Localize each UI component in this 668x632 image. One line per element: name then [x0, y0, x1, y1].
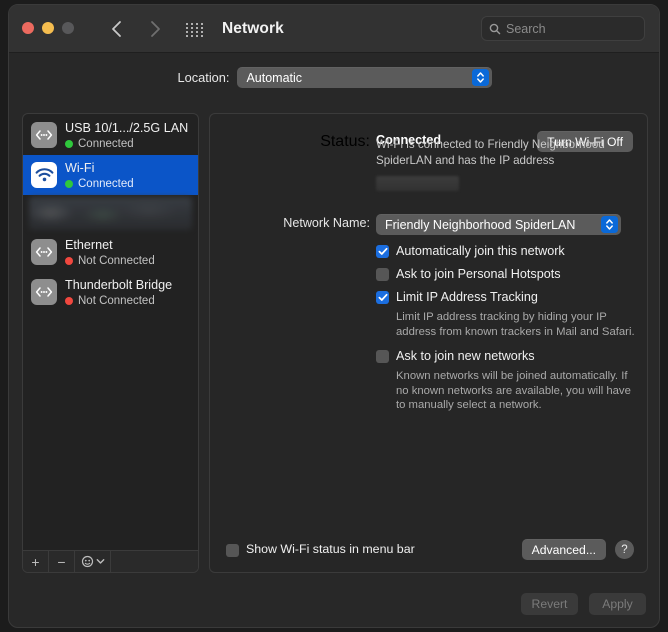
network-interface-sidebar: USB 10/1.../2.5G LAN Connected Wi-Fi Con… — [22, 113, 199, 573]
interface-name: Ethernet — [65, 238, 113, 252]
apply-button[interactable]: Apply — [589, 593, 646, 615]
network-name-value: Friendly Neighborhood SpiderLAN — [385, 217, 576, 232]
search-input[interactable] — [506, 21, 637, 36]
interface-status-label: Connected — [78, 178, 134, 190]
ethernet-icon — [31, 279, 57, 305]
status-dot-icon — [65, 180, 73, 188]
wifi-detail-panel: Status: Connected Turn Wi-Fi Off Wi-Fi i… — [209, 113, 648, 573]
interface-text: USB 10/1.../2.5G LAN Connected — [65, 119, 188, 151]
checkbox-icon — [226, 543, 239, 557]
interface-status-label: Not Connected — [78, 255, 155, 267]
chevron-down-icon — [96, 559, 104, 564]
ethernet-icon — [31, 122, 57, 148]
remove-interface-button[interactable]: − — [49, 551, 75, 572]
checkbox-icon — [376, 291, 389, 304]
location-row: Location: Automatic — [9, 67, 659, 88]
checkbox-icon — [376, 350, 389, 363]
interface-action-menu-button[interactable] — [75, 551, 111, 572]
forward-chevron-icon[interactable] — [144, 18, 166, 40]
network-name-popup-button[interactable]: Friendly Neighborhood SpiderLAN — [376, 214, 621, 235]
zoom-button[interactable] — [62, 22, 74, 34]
minimize-button[interactable] — [42, 22, 54, 34]
add-interface-button[interactable]: + — [23, 551, 49, 572]
interface-status: Connected — [65, 137, 188, 151]
help-button[interactable]: ? — [615, 540, 634, 559]
checkbox-ask-personal-hotspots[interactable]: Ask to join Personal Hotspots — [376, 267, 638, 282]
sidebar-item-thunderbolt-bridge[interactable]: Thunderbolt Bridge Not Connected — [23, 272, 198, 312]
interface-status-label: Not Connected — [78, 295, 155, 307]
checkbox-label: Automatically join this network — [396, 244, 565, 258]
interface-name: Thunderbolt Bridge — [65, 278, 173, 292]
status-label: Status: — [320, 133, 370, 150]
interface-name: USB 10/1.../2.5G LAN — [65, 121, 189, 135]
checkbox-label: Limit IP Address Tracking — [396, 290, 538, 304]
chevron-updown-icon — [601, 216, 618, 233]
interface-status: Not Connected — [65, 254, 155, 268]
window-footer-buttons: Revert Apply — [521, 593, 646, 615]
checkbox-limit-ip-tracking[interactable]: Limit IP Address Tracking — [376, 290, 638, 305]
search-icon — [489, 23, 501, 34]
checkbox-label: Ask to join Personal Hotspots — [396, 267, 561, 281]
network-name-label: Network Name: — [283, 216, 370, 230]
show-all-grid-icon[interactable] — [185, 22, 205, 38]
interface-text: Ethernet Not Connected — [65, 236, 155, 268]
detail-bottom-row: Show Wi-Fi status in menu bar Advanced..… — [210, 539, 647, 560]
interface-list: USB 10/1.../2.5G LAN Connected Wi-Fi Con… — [23, 114, 198, 312]
location-popup-button[interactable]: Automatic — [237, 67, 493, 88]
checkbox-label: Ask to join new networks — [396, 349, 535, 363]
location-selected-value: Automatic — [246, 70, 303, 85]
page-title: Network — [222, 20, 284, 37]
checkbox-icon — [376, 268, 389, 281]
wifi-icon — [31, 162, 57, 188]
limit-ip-tracking-help-text: Limit IP address tracking by hiding your… — [396, 311, 635, 338]
gear-icon — [81, 555, 93, 568]
navigation-arrows — [105, 18, 166, 40]
sidebar-footer-filler — [111, 551, 198, 572]
interface-status: Not Connected — [65, 294, 172, 308]
location-label: Location: — [177, 70, 230, 85]
revert-button[interactable]: Revert — [521, 593, 578, 615]
interface-status-label: Connected — [78, 138, 134, 150]
checkbox-show-wifi-status-menu-bar[interactable]: Show Wi-Fi status in menu bar — [226, 542, 415, 557]
interface-text: Thunderbolt Bridge Not Connected — [65, 276, 172, 308]
interface-name: Wi-Fi — [65, 161, 95, 175]
search-field[interactable] — [481, 16, 645, 41]
sidebar-item-redacted[interactable] — [29, 197, 192, 230]
sidebar-footer: + − — [23, 550, 198, 572]
status-dot-icon — [65, 140, 73, 148]
interface-status: Connected — [65, 177, 134, 191]
status-description: Wi-Fi is connected to Friendly Neighborh… — [376, 138, 605, 167]
interface-text: Wi-Fi Connected — [65, 159, 134, 191]
ethernet-icon — [31, 239, 57, 265]
network-preferences-window: Network Location: Automatic — [8, 4, 660, 628]
sidebar-item-usb-lan[interactable]: USB 10/1.../2.5G LAN Connected — [23, 115, 198, 155]
back-chevron-icon[interactable] — [105, 18, 127, 40]
window-toolbar: Network — [9, 5, 659, 53]
sidebar-item-wifi[interactable]: Wi-Fi Connected — [23, 155, 198, 195]
status-dot-icon — [65, 297, 73, 305]
advanced-button[interactable]: Advanced... — [521, 539, 606, 560]
sidebar-item-ethernet[interactable]: Ethernet Not Connected — [23, 232, 198, 272]
chevron-updown-icon — [472, 69, 490, 86]
checkbox-label: Show Wi-Fi status in menu bar — [246, 542, 415, 556]
checkbox-ask-join-new-networks[interactable]: Ask to join new networks — [376, 349, 638, 364]
checkbox-icon — [376, 245, 389, 258]
status-dot-icon — [65, 257, 73, 265]
checkbox-auto-join[interactable]: Automatically join this network — [376, 244, 638, 259]
ask-join-new-networks-help-text: Known networks will be joined automatica… — [396, 370, 631, 411]
wifi-options-group: Automatically join this network Ask to j… — [376, 244, 638, 423]
traffic-lights — [22, 22, 74, 34]
ip-address-redacted — [376, 176, 459, 191]
close-button[interactable] — [22, 22, 34, 34]
